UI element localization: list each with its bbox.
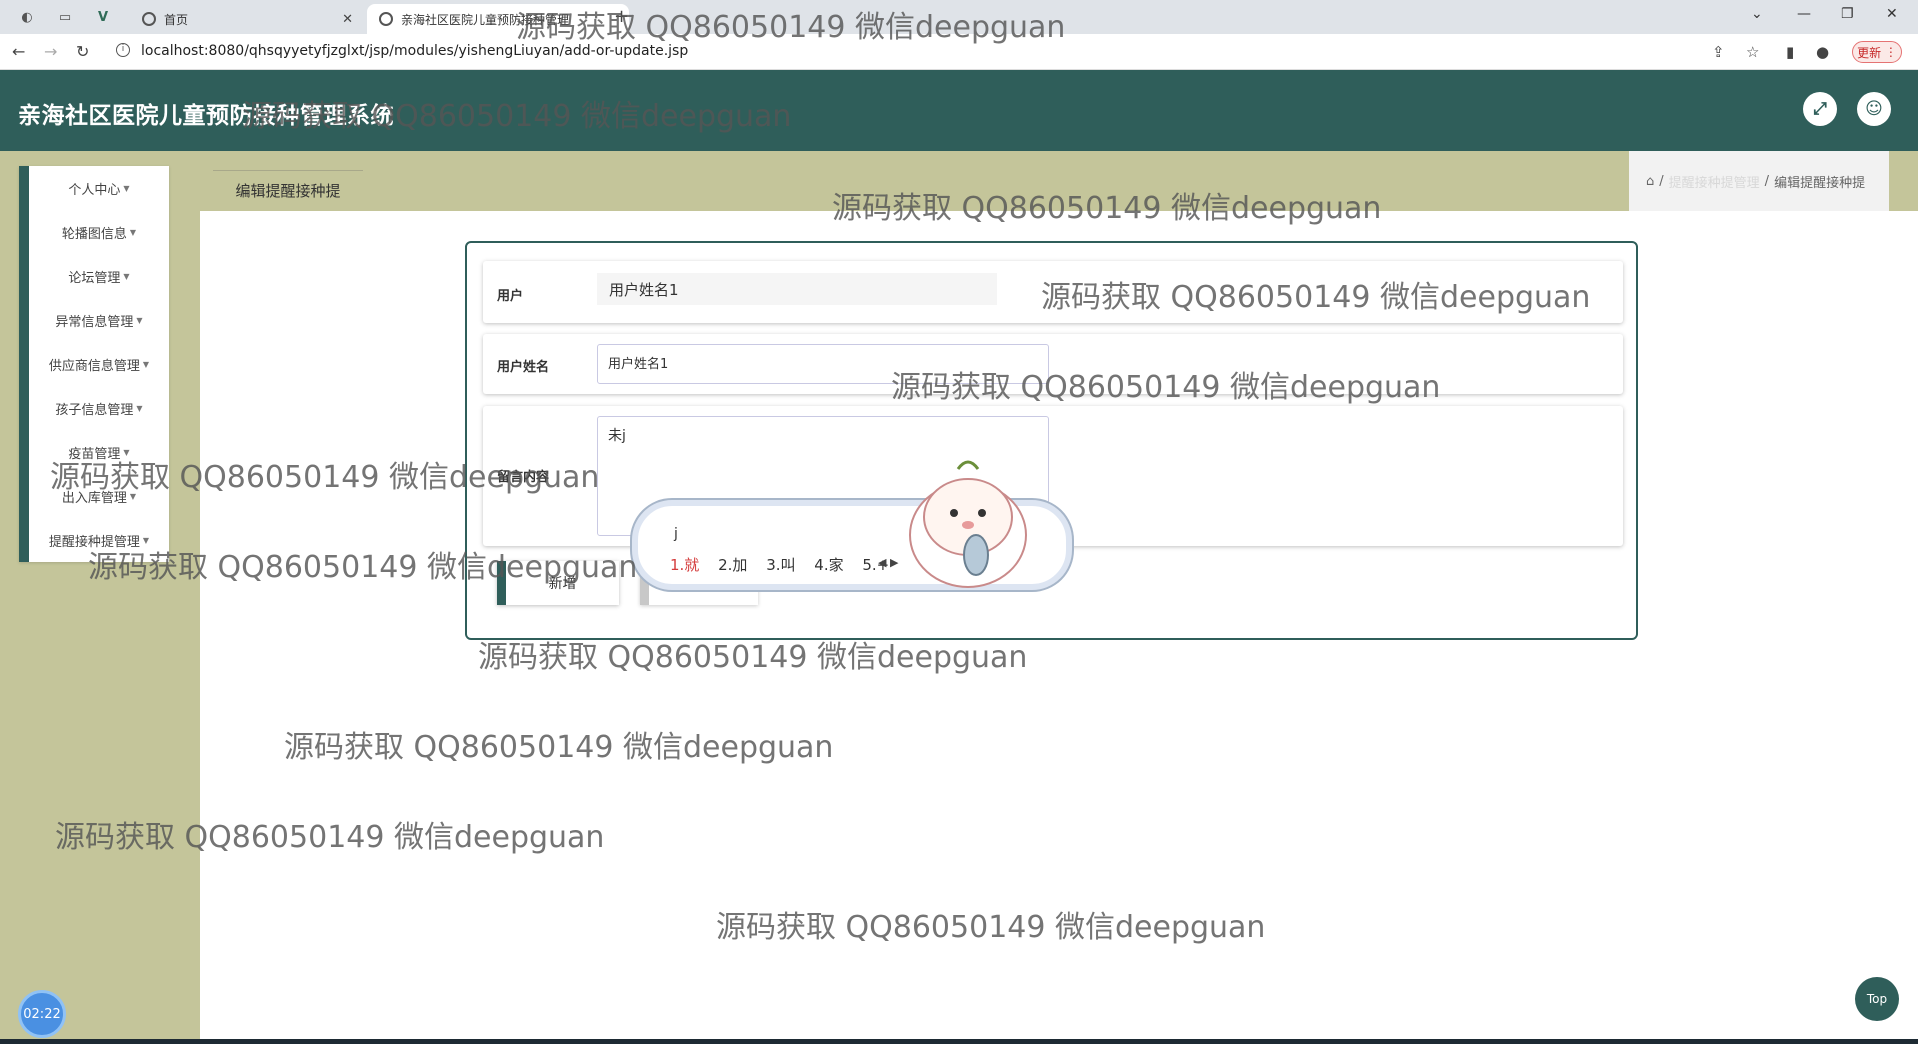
sidebar-item-reminder[interactable]: 提醒接种提管理 ▼: [29, 518, 169, 562]
ime-composition: j: [674, 526, 678, 542]
caret-down-icon: ▼: [142, 535, 150, 545]
ime-candidate[interactable]: 1.就: [670, 556, 699, 574]
form-row-user: 用户 用户姓名1: [483, 261, 1623, 323]
page-title: 编辑提醒接种提: [213, 170, 363, 210]
browser-tab-active[interactable]: 亲海社区医院儿童预防接种管理: [367, 4, 629, 34]
caret-down-icon: ▼: [123, 271, 130, 281]
browser-tab[interactable]: 首页 ✕: [130, 4, 365, 34]
caret-down-icon: ▼: [136, 403, 143, 413]
user-avatar-icon[interactable]: ☺: [1857, 92, 1891, 126]
share-icon[interactable]: ⇪: [1712, 43, 1725, 61]
sidebar-item-label: 出入库管理: [61, 490, 127, 506]
tab-title: 首页: [164, 12, 189, 27]
address-bar: ← → ↻ i localhost:8080/qhsqyyetyfjzglxt/…: [0, 34, 1918, 70]
update-button[interactable]: 更新 ⋮: [1852, 41, 1902, 63]
sidebar-item-label: 轮播图信息: [61, 226, 127, 242]
caret-down-icon: ▼: [123, 183, 130, 193]
app-header: 亲海社区医院儿童预防接种管理系统 ⤢ ☺: [0, 70, 1918, 151]
sidebar-item-carousel[interactable]: 轮播图信息 ▼: [29, 210, 169, 254]
ime-mascot-icon: [909, 460, 1027, 588]
caret-down-icon: ▼: [129, 491, 137, 501]
sidebar-item-personal[interactable]: 个人中心 ▼: [29, 166, 169, 210]
message-label: 留言内容: [497, 470, 550, 485]
site-info-icon[interactable]: i: [116, 43, 130, 57]
timer-badge[interactable]: 02:22: [18, 990, 66, 1038]
new-tab-icon[interactable]: +: [614, 6, 629, 27]
taskbar-edge: [0, 1039, 1918, 1044]
sidebar-item-label: 提醒接种提管理: [48, 534, 140, 550]
username-input[interactable]: 用户姓名1: [597, 344, 1049, 384]
app-title: 亲海社区医院儿童预防接种管理系统: [18, 103, 394, 129]
sidebar-item-label: 异常信息管理: [55, 314, 134, 330]
sidebar-item-children[interactable]: 孩子信息管理 ▼: [29, 386, 169, 430]
close-window-icon[interactable]: ✕: [1886, 6, 1898, 22]
ime-candidate[interactable]: 2.加: [718, 556, 747, 574]
caret-down-icon: ▼: [142, 359, 150, 369]
sidebar-item-label: 个人中心: [68, 182, 121, 198]
globe-icon: [142, 12, 156, 26]
bookmark-star-icon[interactable]: ☆: [1746, 43, 1759, 61]
caret-down-icon: ▼: [136, 315, 143, 325]
sidebar-item-anomaly[interactable]: 异常信息管理 ▼: [29, 298, 169, 342]
sidebar-item-vaccine[interactable]: 疫苗管理 ▼: [29, 430, 169, 474]
user-value: 用户姓名1: [597, 273, 997, 305]
url-text[interactable]: localhost:8080/qhsqyyetyfjzglxt/jsp/modu…: [141, 43, 688, 59]
ime-candidate[interactable]: 3.叫: [766, 556, 795, 574]
sidepanel-icon[interactable]: ▮: [1786, 43, 1794, 61]
home-icon[interactable]: ⌂: [1646, 174, 1654, 189]
sidebar-item-forum[interactable]: 论坛管理 ▼: [29, 254, 169, 298]
maximize-icon[interactable]: ❐: [1841, 6, 1854, 22]
caret-down-icon: ▼: [123, 447, 130, 457]
ime-candidate[interactable]: 4.家: [814, 556, 843, 574]
minimize-icon[interactable]: —: [1797, 6, 1811, 22]
back-to-top-button[interactable]: Top: [1855, 977, 1899, 1021]
caret-down-icon: ▼: [129, 227, 137, 237]
sidebar-item-label: 供应商信息管理: [48, 358, 140, 374]
ime-candidate-list: 1.就 2.加 3.叫 4.家 5.+: [670, 554, 903, 575]
tab-title: 亲海社区医院儿童预防接种管理: [401, 12, 570, 27]
profile-icon[interactable]: ●: [1816, 43, 1829, 61]
sidebar-menu: 个人中心 ▼ 轮播图信息 ▼ 论坛管理 ▼ 异常信息管理 ▼ 供应商信息管理 ▼ 孩子信息…: [19, 166, 169, 562]
breadcrumb-current: 编辑提醒接种提: [1774, 175, 1866, 191]
add-button[interactable]: 新增: [497, 561, 619, 605]
forward-icon[interactable]: →: [44, 42, 57, 61]
sidebar-item-supplier[interactable]: 供应商信息管理 ▼: [29, 342, 169, 386]
breadcrumb-separator: /: [1659, 173, 1664, 189]
sidebar-item-inventory[interactable]: 出入库管理 ▼: [29, 474, 169, 518]
close-tab-icon[interactable]: ✕: [342, 12, 353, 27]
globe-icon: [379, 12, 393, 26]
browser-tab-bar: ◐ ▭ V 首页 ✕ 亲海社区医院儿童预防接种管理 + ⌄ — ❐ ✕: [0, 0, 1918, 34]
back-icon[interactable]: ←: [12, 42, 25, 61]
sidebar-item-label: 论坛管理: [68, 270, 121, 286]
user-label: 用户: [497, 289, 524, 304]
form-row-username: 用户姓名 用户姓名1: [483, 334, 1623, 394]
breadcrumb-parent[interactable]: 提醒接种提管理: [1669, 172, 1760, 191]
pinned-tab-icon[interactable]: V: [90, 4, 116, 30]
pinned-tab-icon[interactable]: ◐: [14, 4, 40, 30]
username-label: 用户姓名: [497, 360, 550, 375]
breadcrumb-separator: /: [1764, 173, 1770, 189]
update-label: 更新: [1857, 45, 1882, 60]
breadcrumb: ⌂ / 提醒接种提管理 / 编辑提醒接种提: [1629, 151, 1889, 211]
sidebar-item-label: 孩子信息管理: [55, 402, 134, 418]
sidebar-item-label: 疫苗管理: [68, 446, 121, 462]
fullscreen-icon[interactable]: ⤢: [1803, 92, 1837, 126]
reload-icon[interactable]: ↻: [76, 42, 89, 61]
pinned-tab-icon[interactable]: ▭: [52, 4, 78, 30]
tab-search-icon[interactable]: ⌄: [1751, 6, 1763, 22]
